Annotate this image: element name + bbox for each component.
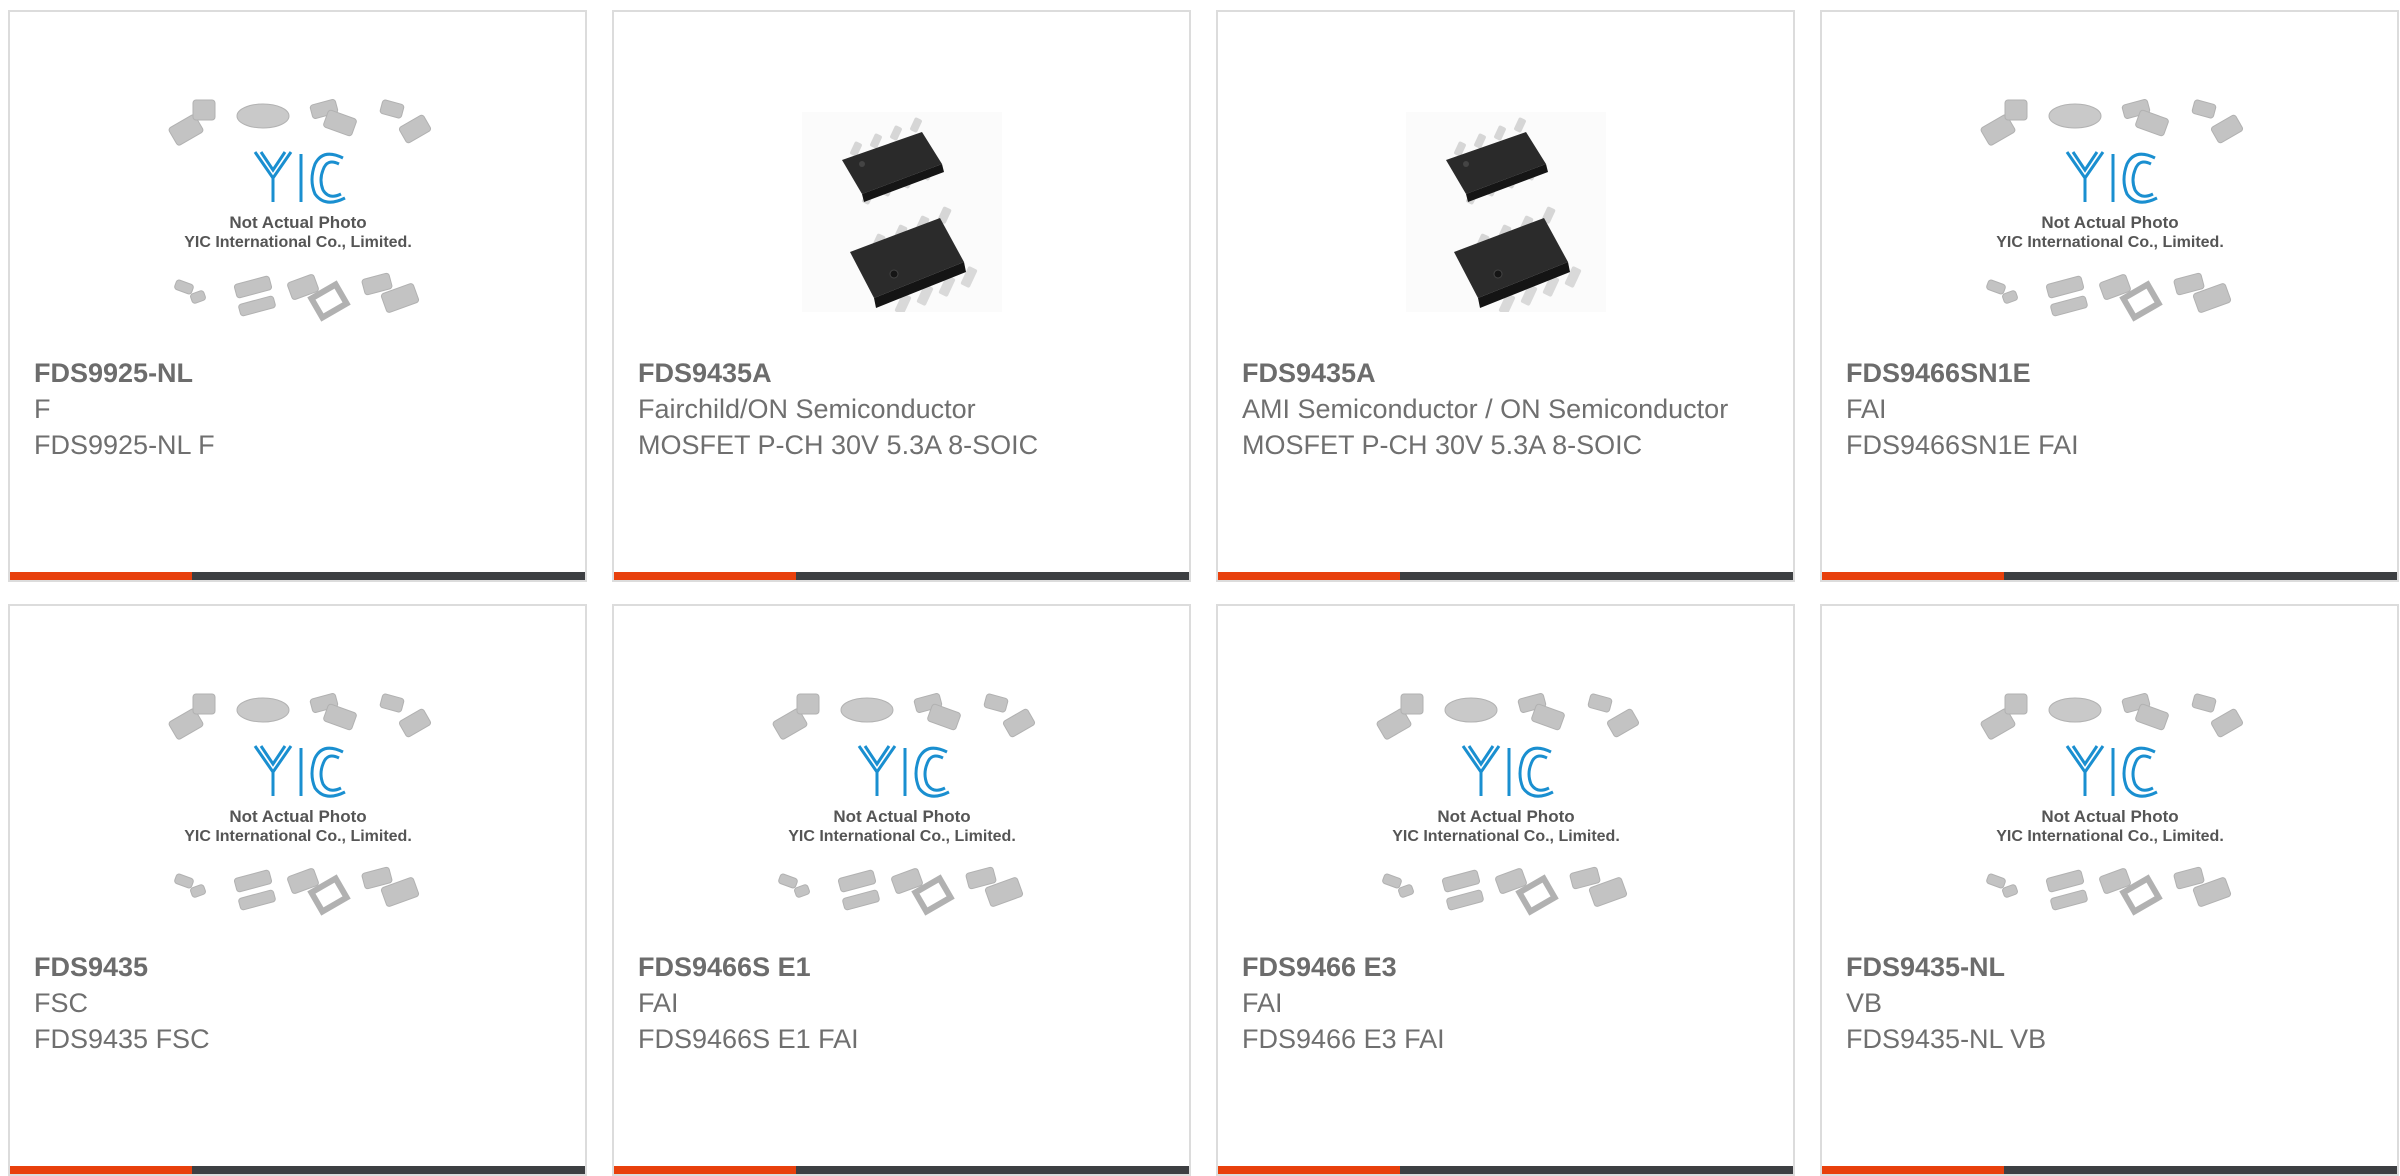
product-info: FDS9435 FSC FDS9435 FSC — [34, 949, 561, 1057]
product-info: FDS9435-NL VB FDS9435-NL VB — [1846, 949, 2373, 1057]
card-bottom-bar — [1822, 1166, 2397, 1174]
yic-placeholder-image: Not Actual Photo YIC International Co., … — [168, 693, 431, 916]
placeholder-line1: Not Actual Photo — [2041, 213, 2178, 232]
card-bottom-bar — [614, 1166, 1189, 1174]
product-card[interactable]: Not Actual Photo YIC International Co., … — [8, 604, 587, 1176]
part-number[interactable]: FDS9435 — [34, 949, 561, 985]
product-info: FDS9435A Fairchild/ON Semiconductor MOSF… — [638, 355, 1165, 463]
product-card[interactable]: Not Actual Photo YIC International Co., … — [612, 604, 1191, 1176]
placeholder-line2: YIC International Co., Limited. — [1392, 828, 1620, 845]
yic-placeholder-image: Not Actual Photo YIC International Co., … — [168, 99, 431, 322]
card-bottom-bar — [1218, 572, 1793, 580]
part-number[interactable]: FDS9466S E1 — [638, 949, 1165, 985]
yic-logo — [253, 151, 346, 204]
product-card[interactable]: Not Actual Photo YIC International Co., … — [1216, 604, 1795, 1176]
card-accent-bar — [1822, 1166, 2004, 1174]
yic-placeholder-image: Not Actual Photo YIC International Co., … — [1980, 99, 2243, 322]
manufacturer: AMI Semiconductor / ON Semiconductor — [1242, 394, 1729, 424]
manufacturer: F — [34, 394, 51, 424]
product-grid: Not Actual Photo YIC International Co., … — [8, 10, 2399, 1176]
product-card[interactable]: FDS9435A Fairchild/ON Semiconductor MOSF… — [612, 10, 1191, 582]
manufacturer: FAI — [638, 988, 679, 1018]
part-number[interactable]: FDS9435-NL — [1846, 949, 2373, 985]
card-bottom-bar — [10, 572, 585, 580]
product-card[interactable]: Not Actual Photo YIC International Co., … — [1820, 604, 2399, 1176]
placeholder-line2: YIC International Co., Limited. — [184, 234, 412, 251]
product-image[interactable]: Not Actual Photo YIC International Co., … — [1822, 72, 2397, 352]
card-accent-bar — [614, 572, 796, 580]
description: FDS9466SN1E FAI — [1846, 430, 2079, 460]
card-accent-bar — [614, 1166, 796, 1174]
yic-placeholder-image: Not Actual Photo YIC International Co., … — [1980, 693, 2243, 916]
product-image[interactable]: Not Actual Photo YIC International Co., … — [1218, 666, 1793, 946]
part-number[interactable]: FDS9435A — [638, 355, 1165, 391]
product-image[interactable]: Not Actual Photo YIC International Co., … — [1822, 666, 2397, 946]
product-image[interactable]: Not Actual Photo YIC International Co., … — [10, 666, 585, 946]
description: MOSFET P-CH 30V 5.3A 8-SOIC — [638, 430, 1039, 460]
card-accent-bar — [1218, 1166, 1400, 1174]
card-accent-bar — [1822, 572, 2004, 580]
part-number[interactable]: FDS9466 E3 — [1242, 949, 1769, 985]
product-image[interactable] — [614, 72, 1189, 352]
yic-logo — [253, 745, 346, 798]
card-accent-bar — [1218, 572, 1400, 580]
placeholder-line2: YIC International Co., Limited. — [788, 828, 1016, 845]
placeholder-line1: Not Actual Photo — [833, 807, 970, 826]
manufacturer: Fairchild/ON Semiconductor — [638, 394, 976, 424]
product-image[interactable] — [1218, 72, 1793, 352]
product-info: FDS9466S E1 FAI FDS9466S E1 FAI — [638, 949, 1165, 1057]
part-number[interactable]: FDS9435A — [1242, 355, 1769, 391]
card-accent-bar — [10, 1166, 192, 1174]
placeholder-line2: YIC International Co., Limited. — [184, 828, 412, 845]
product-card[interactable]: Not Actual Photo YIC International Co., … — [1820, 10, 2399, 582]
product-info: FDS9466SN1E FAI FDS9466SN1E FAI — [1846, 355, 2373, 463]
placeholder-line1: Not Actual Photo — [229, 807, 366, 826]
product-card[interactable]: FDS9435A AMI Semiconductor / ON Semicond… — [1216, 10, 1795, 582]
part-number[interactable]: FDS9925-NL — [34, 355, 561, 391]
card-bottom-bar — [10, 1166, 585, 1174]
yic-logo — [2065, 151, 2158, 204]
manufacturer: FSC — [34, 988, 88, 1018]
product-info: FDS9925-NL F FDS9925-NL F — [34, 355, 561, 463]
soic-8-photo — [801, 112, 1002, 312]
yic-placeholder-image: Not Actual Photo YIC International Co., … — [772, 693, 1035, 916]
card-bottom-bar — [1218, 1166, 1793, 1174]
description: FDS9466 E3 FAI — [1242, 1024, 1445, 1054]
product-card[interactable]: Not Actual Photo YIC International Co., … — [8, 10, 587, 582]
product-image[interactable]: Not Actual Photo YIC International Co., … — [614, 666, 1189, 946]
placeholder-line1: Not Actual Photo — [1437, 807, 1574, 826]
product-image[interactable]: Not Actual Photo YIC International Co., … — [10, 72, 585, 352]
manufacturer: FAI — [1846, 394, 1887, 424]
yic-logo — [2065, 745, 2158, 798]
manufacturer: VB — [1846, 988, 1883, 1018]
placeholder-line2: YIC International Co., Limited. — [1996, 828, 2224, 845]
description: FDS9925-NL F — [34, 430, 215, 460]
card-accent-bar — [10, 572, 192, 580]
description: MOSFET P-CH 30V 5.3A 8-SOIC — [1242, 430, 1643, 460]
card-bottom-bar — [1822, 572, 2397, 580]
product-info: FDS9466 E3 FAI FDS9466 E3 FAI — [1242, 949, 1769, 1057]
placeholder-line1: Not Actual Photo — [2041, 807, 2178, 826]
placeholder-line2: YIC International Co., Limited. — [1996, 234, 2224, 251]
soic-8-photo — [1405, 112, 1606, 312]
placeholder-line1: Not Actual Photo — [229, 213, 366, 232]
yic-logo — [857, 745, 950, 798]
description: FDS9466S E1 FAI — [638, 1024, 859, 1054]
yic-logo — [1461, 745, 1554, 798]
part-number[interactable]: FDS9466SN1E — [1846, 355, 2373, 391]
manufacturer: FAI — [1242, 988, 1283, 1018]
yic-placeholder-image: Not Actual Photo YIC International Co., … — [1376, 693, 1639, 916]
card-bottom-bar — [614, 572, 1189, 580]
description: FDS9435 FSC — [34, 1024, 210, 1054]
product-info: FDS9435A AMI Semiconductor / ON Semicond… — [1242, 355, 1769, 463]
description: FDS9435-NL VB — [1846, 1024, 2047, 1054]
